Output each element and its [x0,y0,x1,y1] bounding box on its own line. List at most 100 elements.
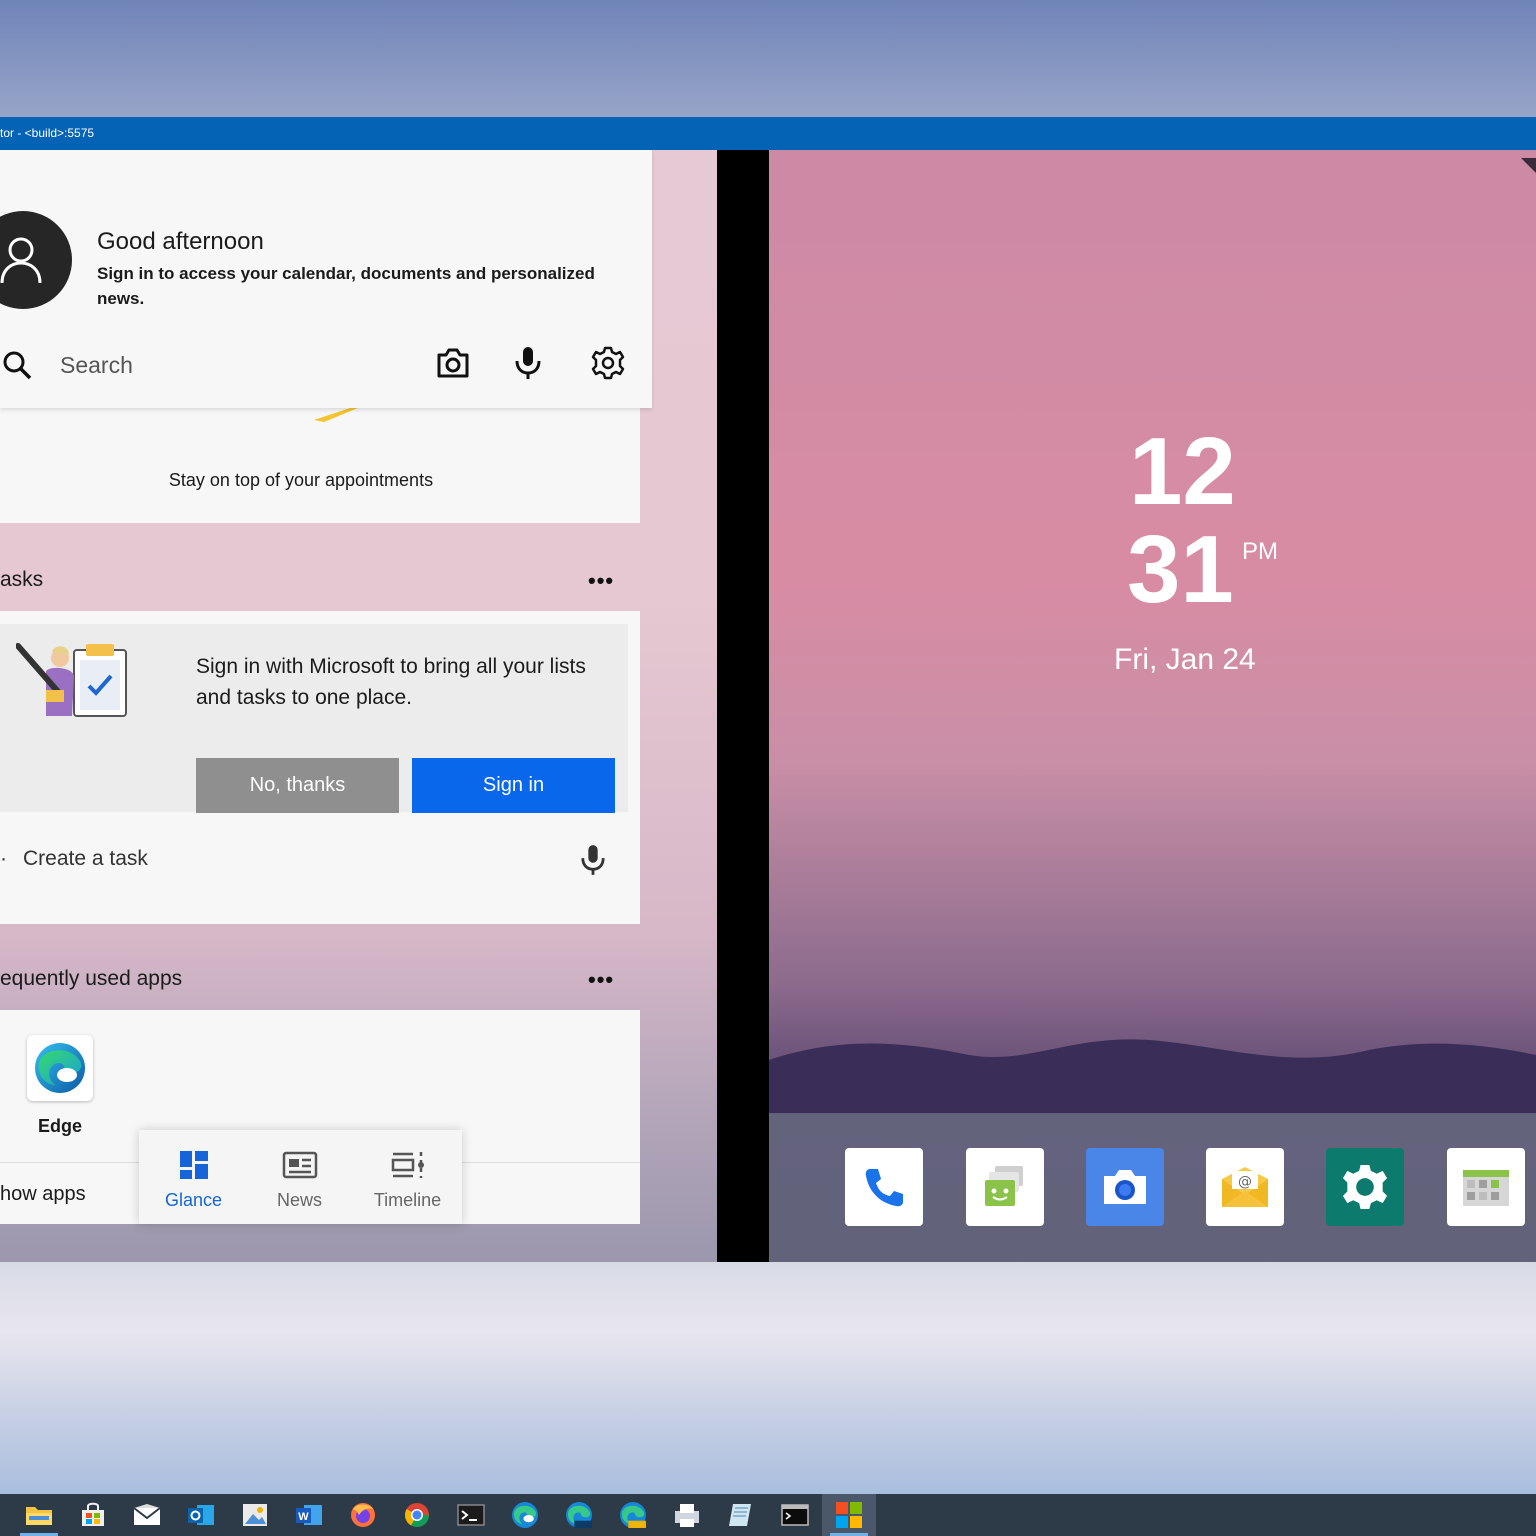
create-task-bullet: · [0,847,7,870]
edge-app-label[interactable]: Edge [24,1116,96,1137]
taskbar-firefox[interactable] [336,1494,390,1536]
taskbar-store[interactable] [66,1494,120,1536]
search-icon[interactable] [2,350,32,385]
messages-app[interactable] [966,1148,1044,1226]
settings-icon [1342,1164,1388,1210]
gallery-icon [1463,1170,1509,1206]
microphone-icon[interactable] [514,346,542,385]
edge-icon [35,1043,85,1093]
taskbar-terminal[interactable] [444,1494,498,1536]
tasks-signin-panel: Sign in with Microsoft to bring all your… [0,624,628,813]
edge-app-tile[interactable] [27,1035,93,1101]
camera-app[interactable] [1086,1148,1164,1226]
emulator-icon [836,1502,862,1528]
email-app[interactable]: @ [1206,1148,1284,1226]
sign-in-button[interactable]: Sign in [412,758,615,813]
store-icon [82,1502,104,1526]
tab-glance[interactable]: Glance [141,1130,246,1224]
app-dock: @ [769,1113,1536,1262]
gear-icon[interactable] [591,346,625,385]
file-explorer-icon [26,1507,52,1525]
greeting: Good afternoon [97,228,264,255]
taskbar-photos[interactable] [228,1494,282,1536]
mountains-silhouette [769,1039,1536,1115]
notepad-icon [729,1504,751,1526]
gallery-app[interactable] [1447,1148,1525,1226]
signin-prompt[interactable]: Sign in to access your calendar, documen… [97,261,617,311]
photos-icon [243,1504,267,1526]
phone-app[interactable] [845,1148,923,1226]
chrome-icon [404,1503,429,1528]
clock-hour: 12 [1129,418,1236,525]
tasks-illustration [16,643,127,717]
desktop-background [0,1262,1536,1494]
taskbar-outlook[interactable] [174,1494,228,1536]
taskbar-mail[interactable] [120,1494,174,1536]
no-thanks-button[interactable]: No, thanks [196,758,399,813]
windows-taskbar: W [0,1494,1536,1536]
tasks-card: Sign in with Microsoft to bring all your… [0,611,640,924]
svg-text:W: W [298,1511,309,1523]
microphone-icon[interactable] [580,844,606,881]
mail-icon [133,1504,161,1525]
outlook-icon [188,1505,214,1525]
emulator-title-bar[interactable]: tor - <build>:5575 [0,117,1536,150]
clock-minute: 31 [1127,516,1234,623]
tab-glance-label: Glance [164,1190,223,1210]
tab-news[interactable]: News [247,1130,352,1224]
taskbar-edge-beta[interactable] [552,1494,606,1536]
taskbar-printer[interactable] [660,1494,714,1536]
command-prompt-icon [781,1504,809,1526]
word-icon: W [296,1505,322,1525]
clock-ampm: PM [1242,538,1278,565]
header-card: Good afternoon Sign in to access your ca… [0,150,652,408]
taskbar-notepad[interactable] [714,1494,768,1536]
avatar[interactable] [0,211,72,309]
bottom-navigation: Glance News Timeline [139,1130,462,1224]
tab-timeline-label: Timeline [373,1190,442,1210]
taskbar-chrome[interactable] [390,1494,444,1536]
phone-icon [865,1169,903,1207]
tasks-message: Sign in with Microsoft to bring all your… [196,655,586,709]
signal-icon [1521,158,1536,173]
timeline-icon [391,1152,424,1178]
window-title: tor - <build>:5575 [0,126,95,140]
tab-news-label: News [276,1190,322,1210]
create-task-label[interactable]: Create a task [23,847,148,871]
tab-timeline[interactable]: Timeline [355,1130,460,1224]
glance-icon [179,1151,208,1179]
email-icon: @ [1222,1167,1268,1207]
search-bar [0,342,652,390]
left-screen: Stay on top of your appointments Good af… [0,150,717,1262]
printer-icon [675,1504,699,1527]
apps-more-button[interactable]: ••• [588,967,614,993]
person-icon [0,237,42,284]
edge-icon [512,1502,538,1528]
taskbar-edge-canary[interactable] [606,1494,660,1536]
taskbar-edge[interactable] [498,1494,552,1536]
taskbar-word[interactable]: W [282,1494,336,1536]
terminal-icon [457,1504,485,1526]
svg-text:@: @ [1238,1174,1252,1190]
calendar-card [0,408,640,523]
camera-icon[interactable] [436,348,470,383]
right-screen: 12 31 PM Fri, Jan 24 @ [769,150,1536,1262]
calendar-illustration [314,408,358,422]
tasks-more-button[interactable]: ••• [588,568,614,594]
firefox-icon [351,1503,375,1527]
news-icon [282,1151,317,1179]
camera-icon [1104,1170,1146,1204]
settings-app[interactable] [1326,1148,1404,1226]
taskbar-command-prompt[interactable] [768,1494,822,1536]
device-hinge [717,150,769,1262]
clock-date[interactable]: Fri, Jan 24 [1114,643,1256,677]
show-apps-button[interactable]: how apps [0,1183,86,1206]
search-input[interactable] [60,347,410,383]
taskbar-file-explorer[interactable] [12,1494,66,1536]
create-task-row[interactable]: · Create a task [0,836,640,882]
calendar-message: Stay on top of your appointments [168,470,434,490]
edge-beta-icon [566,1502,592,1528]
tasks-heading: asks [0,568,44,591]
edge-canary-icon [620,1502,646,1528]
taskbar-emulator[interactable] [822,1494,876,1536]
